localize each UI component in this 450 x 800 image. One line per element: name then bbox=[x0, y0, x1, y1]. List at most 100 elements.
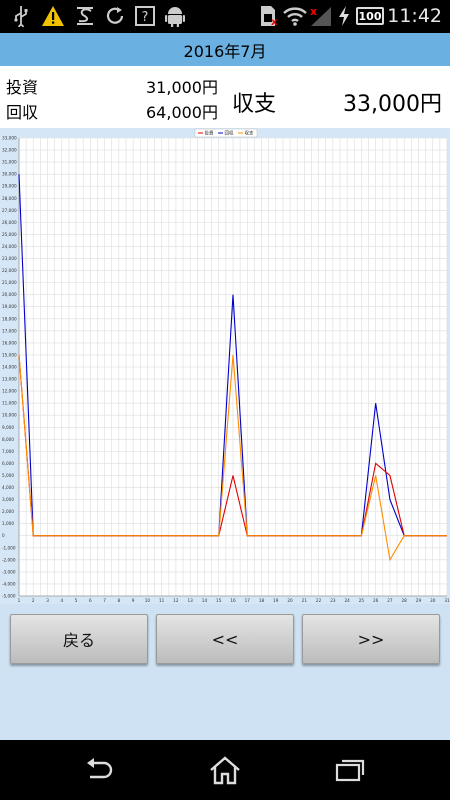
x-tick-label: 11 bbox=[159, 598, 165, 603]
chart-svg: -5,000 -4,000 -3,000 -2,000 -1,000 0 1,000 2,00… bbox=[2, 128, 450, 603]
y-tick-label: 1,000 bbox=[2, 521, 14, 526]
x-tick-label: 10 bbox=[145, 598, 151, 603]
y-tick-label: 4,000 bbox=[2, 485, 14, 490]
x-tick-label: 7 bbox=[103, 598, 106, 603]
y-tick-label: 20,000 bbox=[2, 292, 17, 297]
x-tick-label: 2 bbox=[32, 598, 35, 603]
return-value: 64,000円 bbox=[146, 103, 218, 122]
x-tick-label: 5 bbox=[75, 598, 78, 603]
x-tick-label: 26 bbox=[373, 598, 379, 603]
y-tick-label: 30,000 bbox=[2, 172, 17, 177]
signal-icon: x bbox=[308, 4, 334, 28]
y-tick-label: 21,000 bbox=[2, 280, 17, 285]
y-tick-label: 0 bbox=[2, 533, 5, 538]
legend-entry: 収支 bbox=[245, 130, 254, 137]
return-label: 回収 bbox=[6, 103, 39, 122]
y-tick-label: 8,000 bbox=[2, 437, 14, 442]
wifi-icon bbox=[282, 4, 308, 28]
back-nav-icon[interactable] bbox=[80, 754, 120, 786]
usb-icon bbox=[10, 4, 32, 28]
x-tick-label: 27 bbox=[387, 598, 393, 603]
x-tick-label: 3 bbox=[46, 598, 49, 603]
y-tick-label: 15,000 bbox=[2, 352, 17, 357]
y-tick-label: 10,000 bbox=[2, 413, 17, 418]
y-tick-label: -4,000 bbox=[2, 581, 16, 586]
status-bar: ? x x 100 11:42 bbox=[0, 0, 450, 33]
x-tick-label: 1 bbox=[18, 598, 21, 603]
y-tick-label: 6,000 bbox=[2, 461, 14, 466]
x-tick-label: 12 bbox=[173, 598, 179, 603]
y-tick-label: 31,000 bbox=[2, 160, 17, 165]
charging-icon bbox=[336, 4, 352, 28]
back-button[interactable]: 戻る bbox=[10, 614, 148, 664]
y-tick-label: 19,000 bbox=[2, 304, 17, 309]
svg-text:x: x bbox=[310, 5, 317, 18]
y-tick-label: 24,000 bbox=[2, 244, 17, 249]
y-tick-label: 29,000 bbox=[2, 184, 17, 189]
x-tick-label: 25 bbox=[359, 598, 365, 603]
x-tick-label: 20 bbox=[287, 598, 293, 603]
x-tick-label: 31 bbox=[444, 598, 450, 603]
x-tick-label: 9 bbox=[132, 598, 135, 603]
balance-label: 収支 bbox=[232, 92, 277, 117]
balance-value: 33,000円 bbox=[343, 92, 442, 117]
x-tick-label: 6 bbox=[89, 598, 92, 603]
y-tick-label: 32,000 bbox=[2, 148, 17, 153]
navigation-bar bbox=[0, 740, 450, 800]
y-tick-label: 9,000 bbox=[2, 425, 14, 430]
x-tick-label: 14 bbox=[202, 598, 208, 603]
x-tick-label: 23 bbox=[330, 598, 336, 603]
y-tick-label: 27,000 bbox=[2, 208, 17, 213]
investment-value: 31,000円 bbox=[146, 78, 218, 97]
y-tick-label: 18,000 bbox=[2, 316, 17, 321]
y-tick-label: -5,000 bbox=[2, 594, 16, 599]
x-tick-label: 15 bbox=[216, 598, 222, 603]
y-tick-label: 3,000 bbox=[2, 497, 14, 502]
y-tick-label: 11,000 bbox=[2, 401, 17, 406]
sync-icon bbox=[104, 4, 126, 28]
x-tick-label: 21 bbox=[302, 598, 308, 603]
previous-month-button[interactable]: << bbox=[156, 614, 294, 664]
x-tick-label: 18 bbox=[259, 598, 265, 603]
y-tick-label: 17,000 bbox=[2, 328, 17, 333]
home-icon[interactable] bbox=[205, 754, 245, 786]
legend-entry: 投資 bbox=[205, 130, 214, 137]
x-tick-label: 29 bbox=[416, 598, 422, 603]
y-tick-label: 23,000 bbox=[2, 256, 17, 261]
line-chart: -5,000 -4,000 -3,000 -2,000 -1,000 0 1,000 2,00… bbox=[0, 128, 450, 604]
x-tick-label: 8 bbox=[118, 598, 121, 603]
y-tick-label: 14,000 bbox=[2, 365, 17, 370]
sim-icon: x bbox=[258, 4, 278, 28]
clock: 11:42 bbox=[387, 5, 442, 27]
y-tick-label: 28,000 bbox=[2, 196, 17, 201]
y-tick-label: -2,000 bbox=[2, 557, 16, 562]
x-tick-label: 24 bbox=[344, 598, 350, 603]
y-tick-label: 2,000 bbox=[2, 509, 14, 514]
y-tick-label: 33,000 bbox=[2, 136, 17, 141]
y-tick-label: 12,000 bbox=[2, 389, 17, 394]
battery-icon: 100 bbox=[356, 7, 384, 25]
svg-text:?: ? bbox=[142, 10, 149, 25]
y-tick-label: 16,000 bbox=[2, 340, 17, 345]
recent-apps-icon[interactable] bbox=[330, 754, 370, 786]
y-tick-label: -1,000 bbox=[2, 545, 16, 550]
y-tick-label: 7,000 bbox=[2, 449, 14, 454]
next-month-button[interactable]: >> bbox=[302, 614, 440, 664]
legend-entry: 回収 bbox=[225, 130, 234, 137]
x-tick-label: 13 bbox=[188, 598, 194, 603]
x-tick-label: 16 bbox=[230, 598, 236, 603]
x-tick-label: 30 bbox=[430, 598, 436, 603]
warning-icon bbox=[40, 4, 66, 28]
s-icon bbox=[74, 4, 96, 28]
x-tick-label: 17 bbox=[245, 598, 251, 603]
y-tick-label: 13,000 bbox=[2, 377, 17, 382]
help-icon: ? bbox=[134, 4, 156, 28]
svg-text:x: x bbox=[271, 17, 277, 27]
y-tick-label: 5,000 bbox=[2, 473, 14, 478]
page-title: 2016年7月 bbox=[0, 33, 450, 66]
x-tick-label: 22 bbox=[316, 598, 322, 603]
x-tick-label: 4 bbox=[60, 598, 63, 603]
y-tick-label: 26,000 bbox=[2, 220, 17, 225]
y-tick-label: 22,000 bbox=[2, 268, 17, 273]
android-icon bbox=[164, 4, 186, 28]
